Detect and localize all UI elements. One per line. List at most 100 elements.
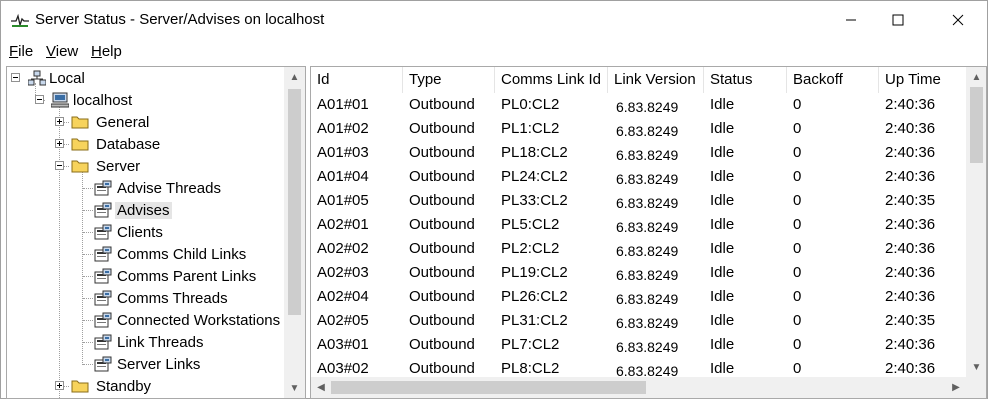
tree-item-database[interactable]: Database — [7, 133, 277, 155]
expand-icon[interactable] — [55, 381, 64, 390]
status-page-icon — [94, 246, 112, 262]
table-cell: Outbound — [409, 144, 475, 161]
tree-item-standby[interactable]: Standby — [7, 375, 277, 397]
table-cell: A02#01 — [317, 216, 369, 233]
tree-item-localhost[interactable]: localhost — [7, 89, 277, 111]
close-button[interactable] — [935, 1, 981, 39]
column-header-link-version[interactable]: Link Version — [608, 67, 704, 93]
tree-item-comms-child-links[interactable]: Comms Child Links — [7, 243, 277, 265]
tree-item-label: Standby — [96, 377, 152, 395]
menu-file[interactable]: File — [9, 43, 33, 60]
table-cell: Outbound — [409, 168, 475, 185]
close-icon — [952, 14, 964, 26]
table-cell: 2:40:36 — [885, 120, 936, 137]
tree-item-label: localhost — [73, 91, 133, 109]
tree-item-advises[interactable]: Advises — [7, 199, 277, 221]
tree-vertical-scrollbar[interactable]: ▲ ▼ — [284, 67, 305, 398]
maximize-button[interactable] — [875, 1, 921, 39]
table-row[interactable]: A02#04 Outbound PL26:CL2 6.83.8249 Idle 0 2:40… — [311, 285, 967, 309]
table-cell: 2:40:36 — [885, 336, 936, 353]
column-header-up-time[interactable]: Up Time — [879, 67, 967, 93]
table-row[interactable]: A01#04 Outbound PL24:CL2 6.83.8249 Idle 0 2:40… — [311, 165, 967, 189]
minimize-icon — [846, 19, 856, 21]
table-cell: Idle — [710, 312, 735, 329]
table-row[interactable]: A02#05 Outbound PL31:CL2 6.83.8249 Idle 0 2:40… — [311, 309, 967, 333]
table-cell: Outbound — [409, 288, 475, 305]
tree-item-server-links[interactable]: Server Links — [7, 353, 277, 375]
table-row[interactable]: A01#01 Outbound PL0:CL2 6.83.8249 Idle 0 2:40:… — [311, 93, 967, 117]
tree-item-label: Comms Threads — [117, 289, 228, 307]
table-cell: Idle — [710, 216, 735, 233]
computer-icon — [51, 92, 69, 108]
expand-icon[interactable] — [55, 117, 64, 126]
scroll-right-icon[interactable]: ▶ — [946, 377, 966, 398]
expand-icon[interactable] — [55, 139, 64, 148]
column-header-status[interactable]: Status — [704, 67, 787, 93]
tree-item-link-threads[interactable]: Link Threads — [7, 331, 277, 353]
folder-icon — [71, 160, 89, 173]
tree-item-clients[interactable]: Clients — [7, 221, 277, 243]
list-horizontal-scrollbar[interactable]: ◀ ▶ — [311, 377, 966, 398]
scroll-up-icon[interactable]: ▲ — [966, 67, 986, 87]
tree-item-label: Advise Threads — [117, 179, 221, 197]
title-bar[interactable]: Server Status - Server/Advises on localh… — [1, 1, 987, 39]
column-header-id[interactable]: Id — [311, 67, 403, 93]
scroll-left-icon[interactable]: ◀ — [311, 377, 331, 398]
status-page-icon — [94, 180, 112, 196]
scroll-down-icon[interactable]: ▼ — [284, 378, 305, 398]
tree-item-general[interactable]: General — [7, 111, 277, 133]
table-cell: Idle — [710, 144, 735, 161]
folder-icon — [71, 138, 89, 151]
table-cell: Outbound — [409, 264, 475, 281]
status-page-icon — [94, 312, 112, 328]
server-status-window: Server Status - Server/Advises on localh… — [0, 0, 988, 399]
table-cell: 0 — [793, 144, 802, 161]
scrollbar-thumb[interactable] — [970, 87, 983, 163]
tree-item-comms-parent-links[interactable]: Comms Parent Links — [7, 265, 277, 287]
column-header-type[interactable]: Type — [403, 67, 495, 93]
table-cell: A02#03 — [317, 264, 369, 281]
table-row[interactable]: A01#03 Outbound PL18:CL2 6.83.8249 Idle 0 2:40… — [311, 141, 967, 165]
table-row[interactable]: A02#02 Outbound PL2:CL2 6.83.8249 Idle 0 2:40:… — [311, 237, 967, 261]
table-row[interactable]: A02#03 Outbound PL19:CL2 6.83.8249 Idle 0 2:40… — [311, 261, 967, 285]
table-cell: Outbound — [409, 312, 475, 329]
tree-item-server[interactable]: Server — [7, 155, 277, 177]
scrollbar-thumb[interactable] — [331, 381, 646, 394]
table-cell: Outbound — [409, 336, 475, 353]
list-vertical-scrollbar[interactable]: ▲ ▼ — [966, 67, 986, 377]
scroll-down-icon[interactable]: ▼ — [966, 357, 986, 377]
scrollbar-thumb[interactable] — [288, 89, 301, 315]
table-cell: 6.83.8249 — [616, 195, 679, 211]
column-header-backoff[interactable]: Backoff — [787, 67, 879, 93]
advises-list[interactable]: Id Type Comms Link Id Link Version Status Bac… — [310, 66, 987, 399]
table-cell: 0 — [793, 288, 802, 305]
tree-item-comms-threads[interactable]: Comms Threads — [7, 287, 277, 309]
folder-icon — [71, 380, 89, 393]
tree-item-label: Comms Child Links — [117, 245, 247, 263]
tree-item-advise-threads[interactable]: Advise Threads — [7, 177, 277, 199]
table-cell: PL5:CL2 — [501, 216, 560, 233]
menu-view[interactable]: View — [46, 43, 78, 60]
collapse-icon[interactable] — [35, 95, 44, 104]
table-row[interactable]: A03#01 Outbound PL7:CL2 6.83.8249 Idle 0 2:40:… — [311, 333, 967, 357]
minimize-button[interactable] — [828, 1, 874, 39]
table-cell: A03#01 — [317, 336, 369, 353]
table-cell: 2:40:36 — [885, 288, 936, 305]
table-cell: PL19:CL2 — [501, 264, 568, 281]
column-header-comms-link-id[interactable]: Comms Link Id — [495, 67, 608, 93]
menu-help[interactable]: Help — [91, 43, 122, 60]
table-cell: PL24:CL2 — [501, 168, 568, 185]
collapse-icon[interactable] — [55, 161, 64, 170]
collapse-icon[interactable] — [11, 73, 20, 82]
table-row[interactable]: A01#02 Outbound PL1:CL2 6.83.8249 Idle 0 2:40:… — [311, 117, 967, 141]
tree-item-label: Connected Workstations — [117, 311, 281, 329]
scroll-up-icon[interactable]: ▲ — [284, 67, 305, 87]
navigation-tree[interactable]: Local localhost General Database Server Ad… — [6, 66, 306, 399]
tree-item-connected-workstations[interactable]: Connected Workstations — [7, 309, 280, 331]
table-cell: 6.83.8249 — [616, 243, 679, 259]
table-cell: 0 — [793, 264, 802, 281]
table-row[interactable]: A01#05 Outbound PL33:CL2 6.83.8249 Idle 0 2:40… — [311, 189, 967, 213]
tree-item-label: Database — [96, 135, 161, 153]
table-row[interactable]: A02#01 Outbound PL5:CL2 6.83.8249 Idle 0 2:40:… — [311, 213, 967, 237]
table-cell: A02#02 — [317, 240, 369, 257]
